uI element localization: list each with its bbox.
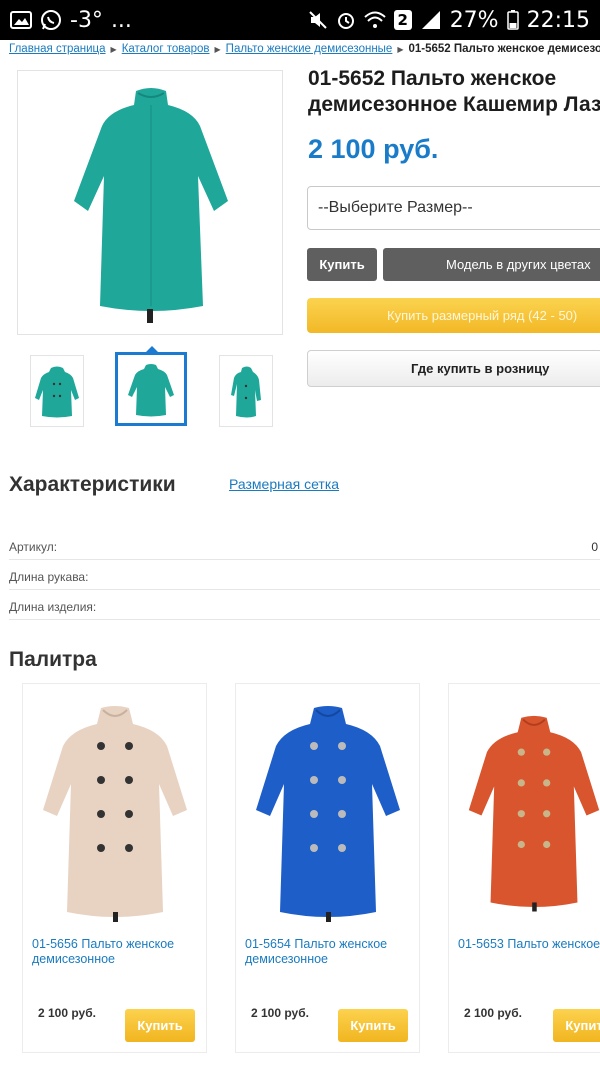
palette-card-price: 2 100 руб. (38, 1006, 96, 1020)
palette-card-title[interactable]: 01-5653 Пальто женское демисезонное (458, 937, 600, 952)
palette-card-buy-button[interactable]: Купить (338, 1009, 408, 1042)
breadcrumb-category[interactable]: Пальто женские демисезонные (226, 43, 393, 55)
palette-card-image[interactable] (467, 700, 600, 922)
temperature-text: -3° (70, 7, 103, 33)
palette-card-price: 2 100 руб. (464, 1006, 522, 1020)
palette-card-buy-button[interactable]: Купить (125, 1009, 195, 1042)
spec-label: Длина рукава: (9, 570, 89, 584)
palette-card-title[interactable]: 01-5654 Пальто женское демисезонное (245, 937, 415, 967)
spec-row-item-length: Длина изделия: (9, 600, 600, 620)
product-title: 01-5652 Пальто женское демисезонное Каше… (308, 66, 600, 118)
breadcrumb-arrow-icon: ▶ (214, 44, 221, 54)
breadcrumb-current: 01-5652 Пальто женское демисезонное Каше… (408, 43, 600, 55)
whatsapp-icon (40, 9, 62, 31)
palette-card-image[interactable] (254, 700, 402, 922)
palette-card: 01-5656 Пальто женское демисезонное 2 10… (22, 683, 207, 1053)
breadcrumb-home[interactable]: Главная страница (9, 43, 106, 55)
palette-card: 01-5653 Пальто женское демисезонное 2 10… (448, 683, 600, 1053)
buy-size-row-button[interactable]: Купить размерный ряд (42 - 50) (307, 298, 600, 333)
other-colors-button[interactable]: Модель в других цветах (383, 248, 600, 281)
product-thumbnail-side[interactable] (219, 355, 273, 427)
palette-card-image[interactable] (41, 700, 189, 922)
sim-badge: 2 (393, 10, 412, 30)
mute-icon (308, 10, 328, 30)
breadcrumb-catalog[interactable]: Каталог товаров (122, 43, 210, 55)
palette-card-price: 2 100 руб. (251, 1006, 309, 1020)
battery-icon (506, 10, 519, 30)
wifi-icon (364, 11, 386, 29)
product-title-line-1: 01-5652 Пальто женское (308, 67, 557, 90)
signal-icon (420, 10, 442, 30)
more-notifications: ... (110, 7, 132, 33)
palette-heading: Палитра (9, 648, 97, 671)
spec-label: Длина изделия: (9, 600, 97, 614)
clock-time: 22:15 (526, 7, 590, 33)
palette-card: 01-5654 Пальто женское демисезонное 2 10… (235, 683, 420, 1053)
spec-label: Артикул: (9, 540, 58, 554)
status-bar: -3° ... 2 27% 22:15 (0, 0, 600, 40)
gallery-icon (10, 11, 32, 29)
spec-row-article: Артикул: 0 (9, 540, 600, 560)
palette-card-title[interactable]: 01-5656 Пальто женское демисезонное (32, 937, 202, 967)
where-to-buy-retail-button[interactable]: Где купить в розницу (307, 350, 600, 387)
buy-button[interactable]: Купить (307, 248, 377, 281)
specs-heading: Характеристики (9, 473, 176, 496)
size-chart-link[interactable]: Размерная сетка (229, 476, 339, 492)
product-thumbnail-front[interactable] (30, 355, 84, 427)
product-main-image[interactable] (17, 70, 283, 335)
breadcrumb-arrow-icon: ▶ (110, 44, 117, 54)
breadcrumb-arrow-icon: ▶ (397, 44, 404, 54)
product-title-line-2: демисезонное Кашемир Лазурь (308, 93, 600, 116)
alarm-icon (336, 10, 356, 30)
palette-card-buy-button[interactable]: Купить (553, 1009, 600, 1042)
product-price: 2 100 руб. (308, 134, 439, 164)
breadcrumb: Главная страница ▶ Каталог товаров ▶ Пал… (9, 40, 600, 58)
product-thumbnail-back[interactable] (115, 352, 187, 426)
spec-row-sleeve-length: Длина рукава: (9, 570, 600, 590)
battery-percent: 27% (449, 7, 499, 33)
size-select[interactable]: --Выберите Размер-- (307, 186, 600, 230)
spec-value: 0 (591, 540, 598, 554)
